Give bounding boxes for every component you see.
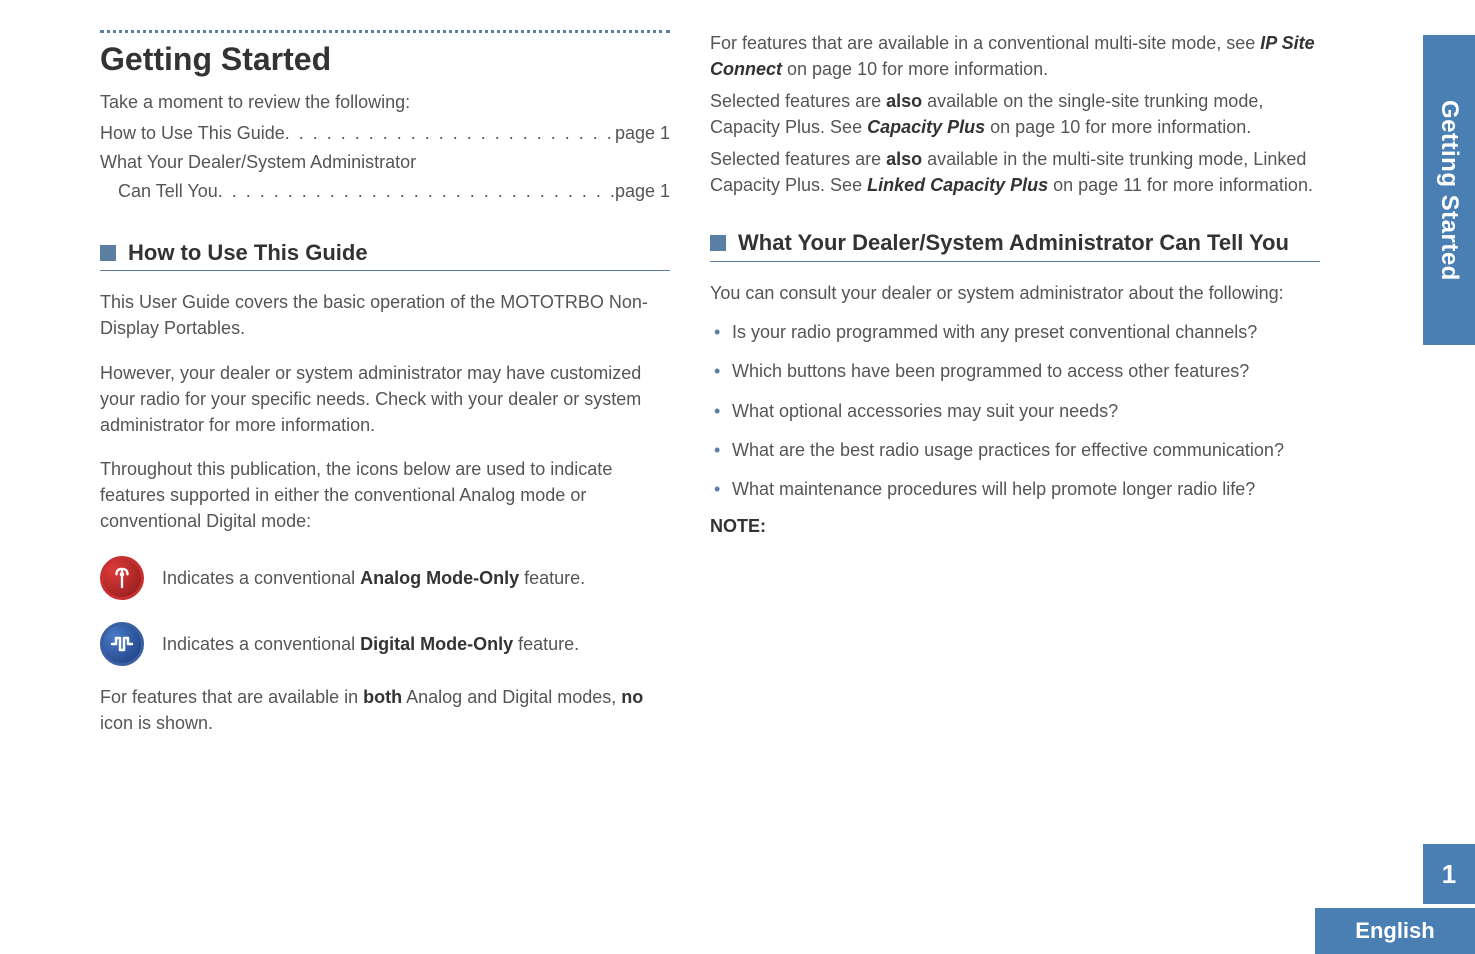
digital-mode-description: Indicates a conventional Digital Mode-On… bbox=[162, 634, 579, 655]
bullet-list: Is your radio programmed with any preset… bbox=[710, 320, 1320, 502]
list-item: Is your radio programmed with any preset… bbox=[710, 320, 1320, 345]
list-item: What optional accessories may suit your … bbox=[710, 399, 1320, 424]
page-number-box: 1 bbox=[1423, 844, 1475, 904]
page-content: Getting Started Take a moment to review … bbox=[100, 30, 1375, 736]
list-item: What maintenance procedures will help pr… bbox=[710, 477, 1320, 502]
analog-mode-description: Indicates a conventional Analog Mode-Onl… bbox=[162, 568, 585, 589]
list-item: What are the best radio usage practices … bbox=[710, 438, 1320, 463]
page-number: 1 bbox=[1442, 859, 1456, 890]
bottom-bar: English bbox=[1315, 908, 1475, 954]
toc-dots bbox=[285, 119, 615, 148]
toc-page: page 1 bbox=[615, 177, 670, 206]
body-paragraph: For features that are available in a con… bbox=[710, 30, 1320, 82]
body-paragraph: Selected features are also available on … bbox=[710, 88, 1320, 140]
antenna-icon bbox=[111, 567, 133, 589]
section-marker-icon bbox=[710, 235, 726, 251]
toc-entry-2a[interactable]: What Your Dealer/System Administrator bbox=[100, 148, 670, 177]
chapter-divider bbox=[100, 30, 670, 33]
toc-entry-1[interactable]: How to Use This Guide page 1 bbox=[100, 119, 670, 148]
digital-mode-icon bbox=[100, 622, 144, 666]
note-label: NOTE: bbox=[710, 516, 1320, 537]
body-paragraph: You can consult your dealer or system ad… bbox=[710, 280, 1320, 306]
section-heading-row-how-to-use: How to Use This Guide bbox=[100, 240, 670, 271]
left-column: Getting Started Take a moment to review … bbox=[100, 30, 670, 736]
side-tab: Getting Started bbox=[1423, 35, 1475, 345]
section-heading: What Your Dealer/System Administrator Ca… bbox=[738, 229, 1289, 258]
list-item: Which buttons have been programmed to ac… bbox=[710, 359, 1320, 384]
toc-dots bbox=[218, 177, 615, 206]
body-paragraph: This User Guide covers the basic operati… bbox=[100, 289, 670, 341]
body-paragraph: For features that are available in both … bbox=[100, 684, 670, 736]
toc-label: Can Tell You bbox=[118, 177, 218, 206]
toc-label: How to Use This Guide bbox=[100, 119, 285, 148]
digital-wave-icon bbox=[110, 632, 134, 656]
chapter-title: Getting Started bbox=[100, 41, 670, 78]
body-paragraph: Selected features are also available in … bbox=[710, 146, 1320, 198]
section-marker-icon bbox=[100, 245, 116, 261]
toc-page: page 1 bbox=[615, 119, 670, 148]
language-label: English bbox=[1315, 908, 1475, 954]
right-column: For features that are available in a con… bbox=[710, 30, 1320, 736]
link-capacity-plus[interactable]: Capacity Plus bbox=[867, 117, 985, 137]
toc-entry-2b[interactable]: Can Tell You page 1 bbox=[100, 177, 670, 206]
digital-mode-icon-row: Indicates a conventional Digital Mode-On… bbox=[100, 622, 670, 666]
side-tab-label: Getting Started bbox=[1435, 100, 1463, 281]
toc-label: What Your Dealer/System Administrator bbox=[100, 148, 416, 177]
link-linked-capacity-plus[interactable]: Linked Capacity Plus bbox=[867, 175, 1048, 195]
analog-mode-icon-row: Indicates a conventional Analog Mode-Onl… bbox=[100, 556, 670, 600]
section-heading-row-dealer: What Your Dealer/System Administrator Ca… bbox=[710, 229, 1320, 263]
body-paragraph: Throughout this publication, the icons b… bbox=[100, 456, 670, 534]
body-paragraph: However, your dealer or system administr… bbox=[100, 360, 670, 438]
section-heading: How to Use This Guide bbox=[128, 240, 368, 266]
analog-mode-icon bbox=[100, 556, 144, 600]
chapter-intro: Take a moment to review the following: bbox=[100, 92, 670, 113]
